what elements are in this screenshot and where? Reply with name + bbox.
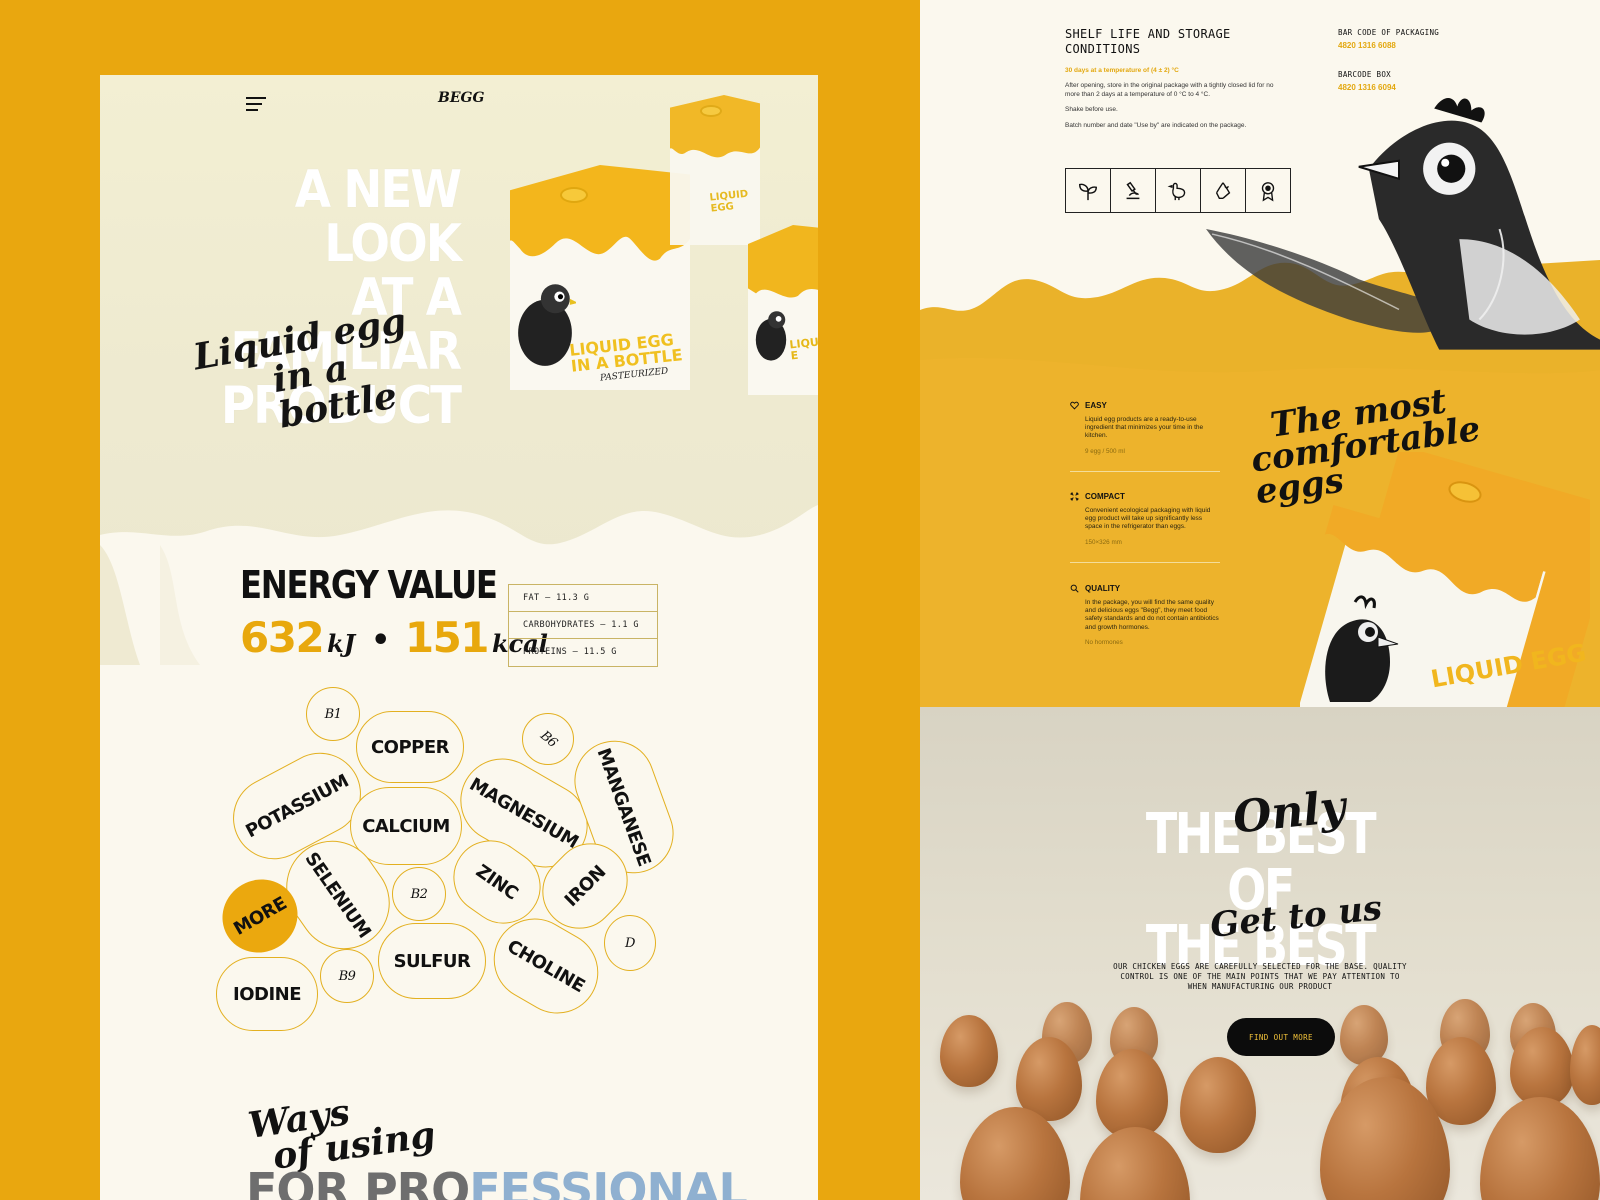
storage-temperature: 30 days at a temperature of (4 ± 2) °C: [1065, 67, 1179, 74]
nutrition-row-fat: FAT – 11.3 G: [509, 585, 657, 612]
barcode-box: BARCODE BOX 4820 1316 6094: [1338, 70, 1396, 92]
nutrition-row-proteins: PROTEINS – 11.5 G: [523, 647, 617, 657]
product-carton-back: LIQUID EGG: [670, 95, 760, 245]
mineral-bubble-copper[interactable]: COPPER: [356, 711, 464, 783]
feature-divider: [1070, 471, 1220, 472]
mineral-bubble-iodine[interactable]: IODINE: [216, 957, 318, 1031]
expand-icon: [1070, 492, 1079, 501]
egg-image: [1340, 1005, 1388, 1065]
kj-value: 632: [240, 613, 325, 662]
egg-image: [1096, 1049, 1168, 1139]
energy-separator: •: [371, 623, 390, 658]
energy-values: 632 kJ • 151 kcal: [240, 613, 548, 662]
chicken-icon: [1156, 169, 1201, 212]
nutrition-row-carbohydrates: CARBOHYDRATES – 1.1 G: [509, 612, 657, 639]
feature-divider: [1070, 562, 1220, 563]
quality-description: OUR CHICKEN EGGS ARE CAREFULLY SELECTED …: [1113, 962, 1407, 991]
energy-value-title: ENERGY VALUE: [240, 563, 498, 607]
feature-quality: QUALITY In the package, you will find th…: [1070, 584, 1220, 646]
egg-image: [1180, 1057, 1256, 1153]
award-icon: [1246, 169, 1290, 212]
feature-compact: COMPACT Convenient ecological packaging …: [1070, 492, 1220, 546]
recycle-icon: [1201, 169, 1246, 212]
heart-icon: [1070, 401, 1079, 410]
microscope-icon: [1111, 169, 1156, 212]
feature-product-carton: LIQUID EGG: [1300, 452, 1590, 707]
mineral-bubble-b6[interactable]: B6: [522, 713, 574, 765]
magnifier-icon: [1070, 584, 1079, 593]
storage-instructions: After opening, store in the original pac…: [1065, 82, 1274, 129]
feature-easy: EASY Liquid egg products are a ready-to-…: [1070, 401, 1220, 455]
leaf-icon: [1066, 169, 1111, 212]
egg-image: [1080, 1127, 1190, 1200]
mineral-bubble-sulfur[interactable]: SULFUR: [378, 923, 486, 999]
barcode-packaging: BAR CODE OF PACKAGING 4820 1316 6088: [1338, 28, 1440, 50]
mineral-bubble-b2[interactable]: B2: [392, 867, 446, 921]
mineral-bubble-calcium[interactable]: CALCIUM: [350, 787, 462, 865]
product-info-preview: SHELF LIFE AND STORAGE CONDITIONS 30 day…: [920, 0, 1600, 707]
landing-page-preview: BEGG A NEW LOOK AT A FAMILIAR PRODUCT LI…: [100, 75, 818, 1200]
egg-image: [940, 1015, 998, 1087]
product-carton-right: LIQUID E: [748, 225, 818, 395]
shelf-life-title: SHELF LIFE AND STORAGE CONDITIONS: [1065, 27, 1231, 56]
kcal-value: 151: [404, 613, 490, 662]
mineral-bubble-b9[interactable]: B9: [320, 949, 374, 1003]
egg-image: [960, 1107, 1070, 1200]
egg-image: [1426, 1037, 1496, 1125]
mineral-bubble-b1[interactable]: B1: [306, 687, 360, 741]
egg-image: [1510, 1027, 1574, 1107]
mineral-bubble-d[interactable]: D: [604, 915, 656, 971]
certification-icons: [1065, 168, 1291, 213]
egg-image: [1480, 1097, 1600, 1200]
hamburger-menu-button[interactable]: [246, 97, 266, 111]
egg-image: [1570, 1025, 1600, 1105]
professional-heading: FOR PROFESSIONAL: [246, 1163, 748, 1200]
brand-logo[interactable]: BEGG: [438, 90, 484, 106]
quality-section-preview: THE BEST OF THE BEST Only Get to us OUR …: [920, 707, 1600, 1200]
nutrition-table: FAT – 11.3 G CARBOHYDRATES – 1.1 G PROTE…: [508, 584, 658, 667]
product-carton-large: LIQUID EGG IN A BOTTLE PASTEURIZED: [510, 165, 690, 390]
kj-unit: kJ: [327, 629, 356, 658]
find-out-more-button[interactable]: FIND OUT MORE: [1227, 1018, 1335, 1056]
